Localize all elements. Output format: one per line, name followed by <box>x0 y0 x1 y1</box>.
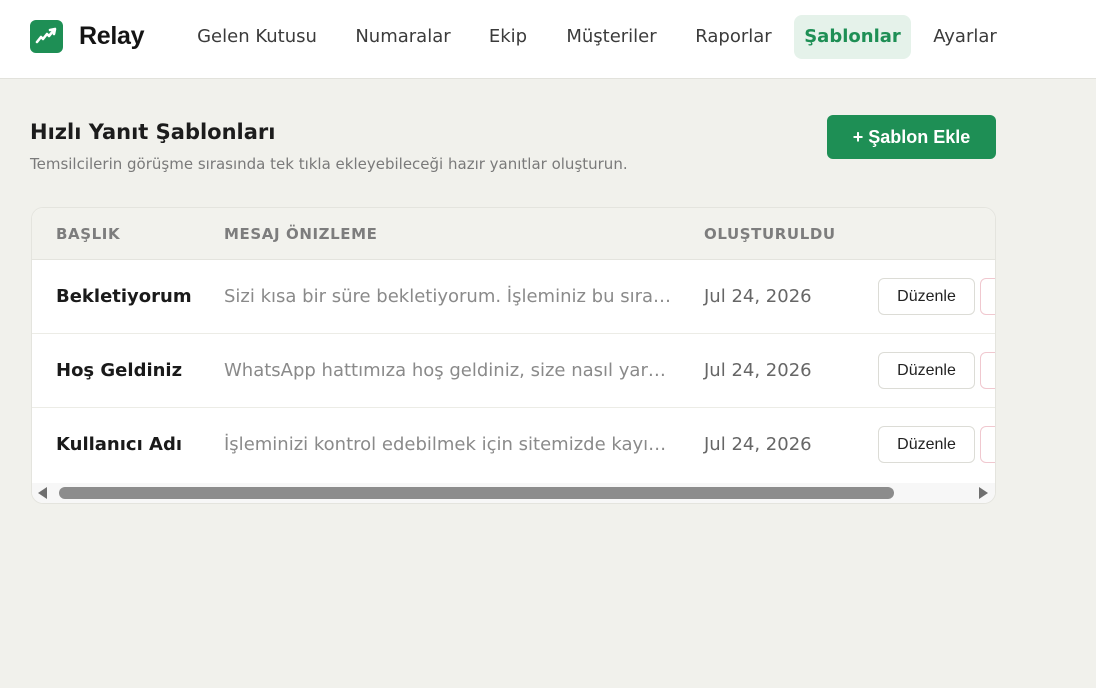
column-header-title[interactable]: BAŞLIK <box>56 208 120 260</box>
template-created-date: Jul 24, 2026 <box>704 360 812 381</box>
page-subtitle: Temsilcilerin görüşme sırasında tek tıkl… <box>30 155 628 173</box>
templates-table: BAŞLIK MESAJ ÖNIZLEME OLUŞTURULDU Beklet… <box>31 207 996 504</box>
template-preview: İşleminizi kontrol edebilmek için sitemi… <box>224 434 667 455</box>
brand-name[interactable]: Relay <box>79 20 145 53</box>
edit-template-button[interactable]: Düzenle <box>878 426 975 463</box>
table-header: BAŞLIK MESAJ ÖNIZLEME OLUŞTURULDU <box>32 208 995 260</box>
nav-item-numbers[interactable]: Numaralar <box>341 15 465 59</box>
column-header-preview[interactable]: MESAJ ÖNIZLEME <box>224 208 378 260</box>
page-title: Hızlı Yanıt Şablonları <box>30 120 276 144</box>
edit-template-button[interactable]: Düzenle <box>878 352 975 389</box>
template-created-date: Jul 24, 2026 <box>704 434 812 455</box>
add-template-button[interactable]: + Şablon Ekle <box>827 115 996 159</box>
table-row[interactable]: Bekletiyorum Sizi kısa bir süre bekletiy… <box>32 260 995 334</box>
nav-item-inbox[interactable]: Gelen Kutusu <box>181 15 333 59</box>
horizontal-scrollbar[interactable] <box>32 483 995 503</box>
nav-item-customers[interactable]: Müşteriler <box>551 15 672 59</box>
delete-template-button[interactable] <box>980 352 995 389</box>
template-title: Hoş Geldiniz <box>56 360 183 381</box>
nav-item-settings[interactable]: Ayarlar <box>920 15 1010 59</box>
table-row[interactable]: Hoş Geldiniz WhatsApp hattımıza hoş geld… <box>32 334 995 408</box>
relay-logo-icon[interactable] <box>30 20 63 53</box>
delete-template-button[interactable] <box>980 278 995 315</box>
nav-item-templates[interactable]: Şablonlar <box>794 15 911 59</box>
template-title: Bekletiyorum <box>56 286 192 307</box>
delete-template-button[interactable] <box>980 426 995 463</box>
template-preview: WhatsApp hattımıza hoş geldiniz, size na… <box>224 360 666 381</box>
nav-item-team[interactable]: Ekip <box>473 15 543 59</box>
scroll-right-arrow-icon[interactable] <box>979 487 988 499</box>
scroll-left-arrow-icon[interactable] <box>38 487 47 499</box>
nav-item-reports[interactable]: Raporlar <box>680 15 787 59</box>
table-row[interactable]: Kullanıcı Adı İşleminizi kontrol edebilm… <box>32 408 995 482</box>
scrollbar-thumb[interactable] <box>59 487 894 499</box>
template-title: Kullanıcı Adı <box>56 434 183 455</box>
column-header-created[interactable]: OLUŞTURULDU <box>704 208 836 260</box>
template-created-date: Jul 24, 2026 <box>704 286 812 307</box>
top-navigation-bar: Relay Gelen Kutusu Numaralar Ekip Müşter… <box>0 0 1096 79</box>
template-preview: Sizi kısa bir süre bekletiyorum. İşlemin… <box>224 286 672 307</box>
edit-template-button[interactable]: Düzenle <box>878 278 975 315</box>
